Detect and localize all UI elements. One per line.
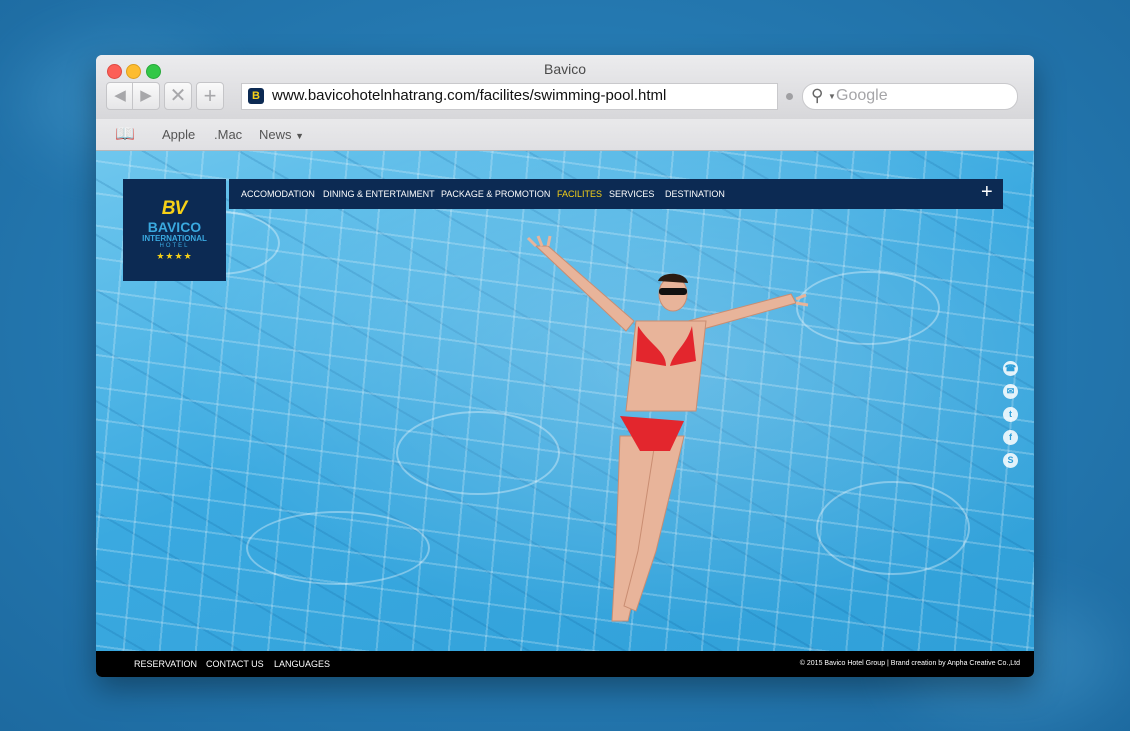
browser-window: Bavico ◀ ▶ ✕ + B www.bavicohotelnhatrang…	[96, 55, 1034, 677]
address-bar[interactable]: B www.bavicohotelnhatrang.com/facilites/…	[241, 83, 778, 110]
logo-stars: ★★★★	[156, 251, 193, 261]
back-button[interactable]: ◀	[106, 82, 134, 110]
chevron-down-icon: ▼	[295, 131, 305, 141]
nav-dining[interactable]: DINING & ENTERTAIMENT	[323, 189, 435, 199]
footer-reservation-link[interactable]: RESERVATION	[134, 659, 197, 669]
search-input[interactable]: ⚲ ▼ Google	[802, 83, 1018, 110]
nav-facilites[interactable]: FACILITES	[557, 189, 602, 199]
plus-icon[interactable]: +	[981, 181, 993, 204]
forward-button[interactable]: ▶	[132, 82, 160, 110]
chevron-down-icon: ▼	[828, 92, 836, 101]
phone-icon[interactable]: ☎	[1003, 361, 1018, 376]
search-placeholder: Google	[836, 87, 888, 104]
window-title: Bavico	[543, 61, 587, 77]
page-viewport: BV BAVICO INTERNATIONAL HOTEL ★★★★ ACCOM…	[96, 151, 1034, 677]
bookmarks-bar: 📖 Apple .Mac News ▼	[96, 119, 1034, 151]
logo-mark: BV	[161, 198, 187, 219]
plus-icon: +	[203, 83, 217, 108]
swimmer-photo	[526, 235, 809, 622]
mail-icon[interactable]: ✉	[1003, 384, 1018, 399]
site-footer: RESERVATION CONTACT US LANGUAGES © 2015 …	[96, 651, 1034, 677]
stop-button[interactable]: ✕	[164, 82, 192, 110]
skype-icon[interactable]: S	[1003, 453, 1018, 468]
hotel-logo[interactable]: BV BAVICO INTERNATIONAL HOTEL ★★★★	[123, 179, 226, 281]
forward-arrow-icon: ▶	[140, 87, 152, 104]
bookmark-news[interactable]: News ▼	[259, 127, 304, 142]
back-arrow-icon: ◀	[114, 87, 126, 104]
footer-languages-link[interactable]: LANGUAGES	[274, 659, 330, 669]
bookmark-apple[interactable]: Apple	[162, 127, 195, 142]
title-bar: Bavico ◀ ▶ ✕ + B www.bavicohotelnhatrang…	[96, 55, 1034, 120]
logo-hotel: HOTEL	[159, 243, 190, 249]
nav-accomodation[interactable]: ACCOMODATION	[241, 189, 315, 199]
site-favicon-icon: B	[248, 88, 264, 104]
close-icon: ✕	[169, 85, 187, 107]
logo-name: BAVICO	[147, 219, 202, 235]
bookmark-news-label: News	[259, 127, 292, 142]
twitter-icon[interactable]: t	[1003, 407, 1018, 422]
logo-subtitle: INTERNATIONAL	[142, 234, 207, 243]
nav-services[interactable]: SERVICES	[609, 189, 654, 199]
search-icon: ⚲	[811, 86, 824, 105]
add-bookmark-button[interactable]: +	[196, 82, 224, 110]
footer-contact-link[interactable]: CONTACT US	[206, 659, 264, 669]
url-text: www.bavicohotelnhatrang.com/facilites/sw…	[272, 87, 667, 104]
loading-indicator	[786, 93, 793, 100]
main-navigation: ACCOMODATION DINING & ENTERTAIMENT PACKA…	[229, 179, 1003, 209]
bookmark-mac[interactable]: .Mac	[214, 127, 242, 142]
nav-destination[interactable]: DESTINATION	[665, 189, 725, 199]
book-icon[interactable]: 📖	[115, 124, 135, 144]
facebook-icon[interactable]: f	[1003, 430, 1018, 445]
footer-copyright: © 2015 Bavico Hotel Group | Brand creati…	[799, 660, 1020, 667]
nav-package[interactable]: PACKAGE & PROMOTION	[441, 189, 550, 199]
